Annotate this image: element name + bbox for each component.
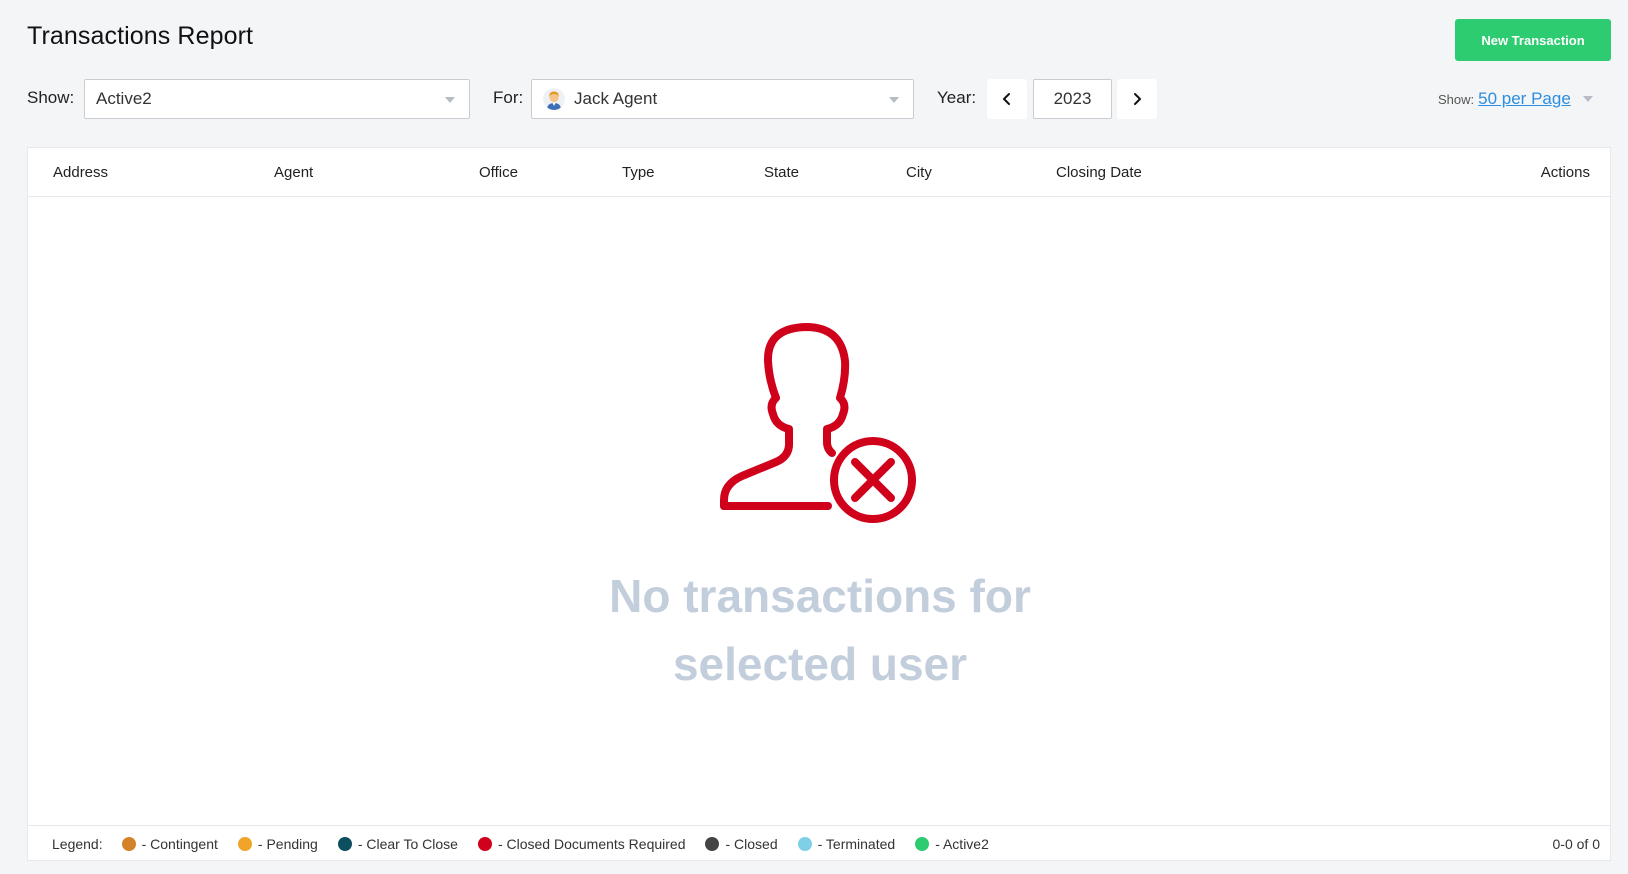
for-filter-label: For: — [493, 88, 524, 107]
status-dot-icon — [915, 836, 930, 851]
agent-avatar-icon — [543, 88, 565, 110]
legend-item-label: - Clear To Close — [357, 835, 458, 852]
status-select-value: Active2 — [96, 89, 152, 108]
legend-item-label: - Closed Documents Required — [497, 835, 686, 852]
agent-select-value: Jack Agent — [574, 89, 658, 108]
legend-item-label: - Contingent — [141, 835, 218, 852]
status-dot-icon — [237, 836, 252, 851]
table-header: Address Agent Office Type State City Clo… — [28, 148, 1610, 197]
transactions-table: Address Agent Office Type State City Clo… — [27, 147, 1611, 861]
table-footer: Legend: - Contingent - Pending - Clear T… — [28, 825, 1610, 861]
per-page-label: Show: — [1438, 91, 1475, 107]
status-dot-icon — [121, 836, 136, 851]
column-header-actions: Actions — [1540, 164, 1590, 181]
legend-item-pending: - Pending — [237, 835, 318, 852]
legend-item-label: - Closed — [725, 835, 778, 852]
page-title: Transactions Report — [27, 22, 254, 50]
show-filter-label: Show: — [27, 88, 75, 107]
chevron-right-icon — [1134, 93, 1141, 105]
year-display: 2023 — [1033, 79, 1112, 119]
column-header-office[interactable]: Office — [479, 164, 518, 181]
legend-item-closed-documents-required: - Closed Documents Required — [477, 835, 686, 852]
legend-item-clear-to-close: - Clear To Close — [337, 835, 458, 852]
empty-state-line-2: selected user — [672, 638, 968, 690]
per-page-select[interactable]: 50 per Page — [1478, 89, 1571, 109]
column-header-address[interactable]: Address — [53, 164, 108, 181]
legend-item-terminated: - Terminated — [797, 835, 896, 852]
column-header-closing-date[interactable]: Closing Date — [1056, 164, 1142, 181]
column-header-type[interactable]: Type — [622, 164, 655, 181]
column-header-city[interactable]: City — [906, 164, 932, 181]
next-year-button[interactable] — [1117, 79, 1157, 119]
status-dot-icon — [477, 836, 492, 851]
chevron-down-icon[interactable] — [1582, 96, 1593, 102]
legend-item-closed: - Closed — [705, 835, 778, 852]
column-header-state[interactable]: State — [764, 164, 799, 181]
year-filter-label: Year: — [937, 88, 977, 107]
legend-label: Legend: — [52, 835, 103, 852]
status-dot-icon — [797, 836, 812, 851]
legend-item-contingent: - Contingent — [121, 835, 218, 852]
user-remove-icon — [720, 323, 916, 523]
legend-item-label: - Terminated — [817, 835, 896, 852]
column-header-agent[interactable]: Agent — [274, 164, 313, 181]
empty-state-message: No transactions for selected user — [520, 562, 1120, 698]
legend-item-label: - Active2 — [935, 835, 989, 852]
empty-state-line-1: No transactions for — [609, 570, 1031, 622]
chevron-left-icon — [1003, 93, 1010, 105]
status-dot-icon — [337, 836, 352, 851]
new-transaction-button[interactable]: New Transaction — [1455, 19, 1611, 61]
status-select[interactable]: Active2 — [84, 79, 470, 119]
agent-select[interactable]: Jack Agent — [531, 79, 914, 119]
per-page-control: Show: 50 per Page — [1438, 89, 1593, 109]
chevron-down-icon — [889, 97, 899, 103]
chevron-down-icon — [445, 97, 455, 103]
legend-item-label: - Pending — [257, 835, 318, 852]
pagination-summary: 0-0 of 0 — [1552, 836, 1600, 852]
legend-item-active2: - Active2 — [915, 836, 989, 852]
previous-year-button[interactable] — [987, 79, 1027, 119]
status-dot-icon — [705, 836, 720, 851]
